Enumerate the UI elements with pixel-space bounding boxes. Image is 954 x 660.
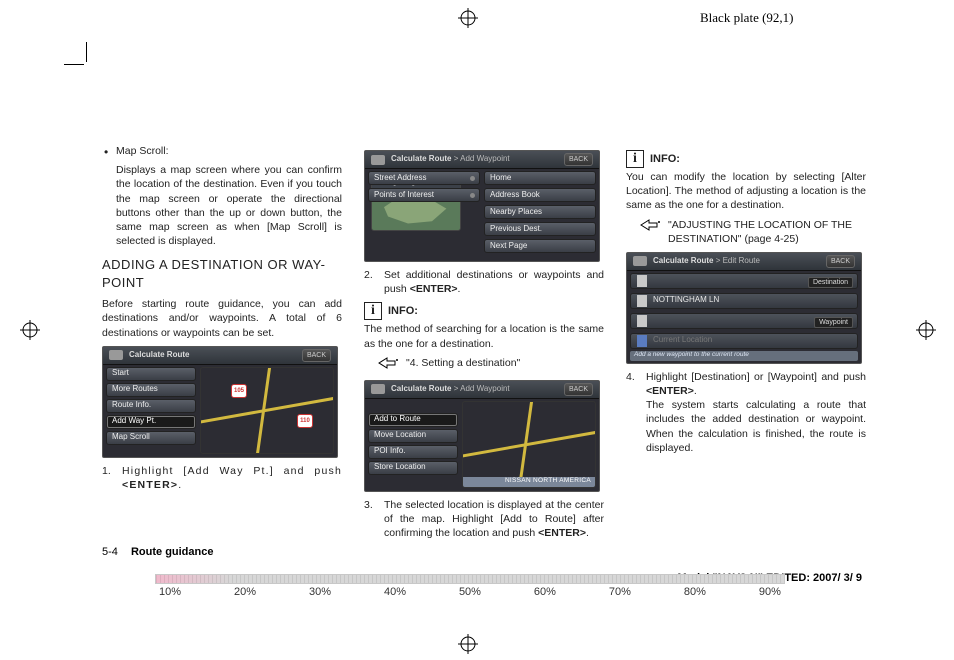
section-heading: ADDING A DESTINATION OR WAY-POINT	[102, 256, 342, 291]
step-number: 1.	[102, 464, 116, 492]
registration-mark	[458, 634, 478, 654]
percent-labels: 10% 20% 30% 40% 50% 60% 70% 80% 90%	[155, 586, 785, 598]
info-body: You can modify the location by selecting…	[626, 170, 866, 213]
column-3: i INFO: You can modify the location by s…	[626, 144, 866, 540]
pointer-icon	[378, 356, 400, 374]
nav-btn-move-location: Move Location	[368, 429, 458, 443]
info-icon: i	[626, 150, 644, 168]
flag-icon	[637, 295, 647, 307]
nav-map: NISSAN NORTH AMERICA	[462, 401, 596, 488]
gradient-strip	[155, 574, 785, 584]
nav-btn-poi: Points of Interest	[368, 188, 480, 202]
bullet-body: Displays a map screen where you can conf…	[116, 163, 342, 248]
flag-icon	[637, 275, 647, 287]
route-shield: 110	[297, 414, 313, 428]
nav-btn-next-page: Next Page	[484, 239, 596, 253]
nav-screenshot-3: Calculate Route > Add Waypoint BACK Add …	[364, 380, 600, 492]
step-text: Highlight [Destination] or [Waypoint] an…	[646, 370, 866, 398]
step-text: Highlight [Add Way Pt.] and push <ENTER>…	[122, 464, 342, 492]
nav-btn-street-address: Street Address	[368, 171, 480, 185]
nav-btn-map-scroll: Map Scroll	[106, 431, 196, 445]
back-button: BACK	[564, 383, 593, 396]
column-1: Map Scroll: Displays a map screen where …	[102, 144, 342, 540]
nav-map: 105 110	[200, 367, 334, 454]
registration-mark	[20, 320, 40, 340]
cross-reference: "4. Setting a destination"	[378, 356, 604, 374]
nav-breadcrumb: Calculate Route > Add Waypoint	[391, 154, 558, 165]
flag-icon	[637, 315, 647, 327]
registration-mark	[458, 8, 478, 28]
step-number: 4.	[626, 370, 640, 398]
route-row: NOTTINGHAM LN	[630, 293, 858, 309]
bullet-title: Map Scroll:	[116, 144, 342, 158]
nav-btn-poi-info: POI Info.	[368, 445, 458, 459]
nav-breadcrumb: Calculate Route > Edit Route	[653, 256, 820, 267]
registration-mark	[916, 320, 936, 340]
nav-btn-previous-dest: Previous Dest.	[484, 222, 596, 236]
nav-btn-route-info: Route Info.	[106, 399, 196, 413]
step-number: 2.	[364, 268, 378, 296]
route-row: + Waypoint	[630, 313, 858, 329]
back-button: BACK	[564, 153, 593, 166]
step-text: Set additional destinations or waypoints…	[384, 268, 604, 296]
disc-icon	[633, 256, 647, 266]
nav-screenshot-2: Calculate Route > Add Waypoint BACK Chan…	[364, 150, 600, 262]
nav-btn-start: Start	[106, 367, 196, 381]
nav-btn-store-location: Store Location	[368, 461, 458, 475]
info-icon: i	[364, 302, 382, 320]
nav-btn-address-book: Address Book	[484, 188, 596, 202]
result-text: The system starts calculating a route th…	[646, 398, 866, 455]
nav-hint: Add a new waypoint to the current route	[630, 351, 858, 361]
back-button: BACK	[302, 349, 331, 362]
car-icon	[637, 335, 647, 347]
nav-screenshot-1: Calculate Route BACK Start More Routes R…	[102, 346, 338, 458]
section-intro: Before starting route guidance, you can …	[102, 297, 342, 340]
nav-screenshot-4: Calculate Route > Edit Route BACK + Dest…	[626, 252, 862, 364]
step-number: 3.	[364, 498, 378, 541]
nav-btn-add-to-route: Add to Route	[368, 413, 458, 427]
back-button: BACK	[826, 255, 855, 268]
cross-reference: "ADJUSTING THE LOCATION OF THE DESTINATI…	[640, 218, 866, 246]
info-heading: i INFO:	[364, 302, 604, 320]
percent-bar: 10% 20% 30% 40% 50% 60% 70% 80% 90%	[155, 574, 785, 600]
nav-breadcrumb: Calculate Route	[129, 350, 296, 361]
nav-banner: NISSAN NORTH AMERICA	[463, 477, 595, 487]
disc-icon	[371, 384, 385, 394]
route-row: Current Location	[630, 333, 858, 349]
step-text: The selected location is displayed at th…	[384, 498, 604, 541]
page-content: Map Scroll: Displays a map screen where …	[70, 48, 884, 618]
route-row: + Destination	[630, 273, 858, 289]
disc-icon	[109, 350, 123, 360]
nav-btn-more-routes: More Routes	[106, 383, 196, 397]
nav-btn-add-way-pt: Add Way Pt.	[106, 415, 196, 429]
disc-icon	[371, 155, 385, 165]
nav-btn-nearby-places: Nearby Places	[484, 205, 596, 219]
info-heading: i INFO:	[626, 150, 866, 168]
pointer-icon	[640, 218, 662, 236]
route-shield: 105	[231, 384, 247, 398]
nav-btn-home: Home	[484, 171, 596, 185]
footer-left: 5-4 Route guidance	[102, 546, 213, 558]
column-2: Calculate Route > Add Waypoint BACK Chan…	[364, 144, 604, 540]
plate-label: Black plate (92,1)	[700, 10, 794, 26]
info-body: The method of searching for a location i…	[364, 322, 604, 350]
nav-breadcrumb: Calculate Route > Add Waypoint	[391, 384, 558, 395]
